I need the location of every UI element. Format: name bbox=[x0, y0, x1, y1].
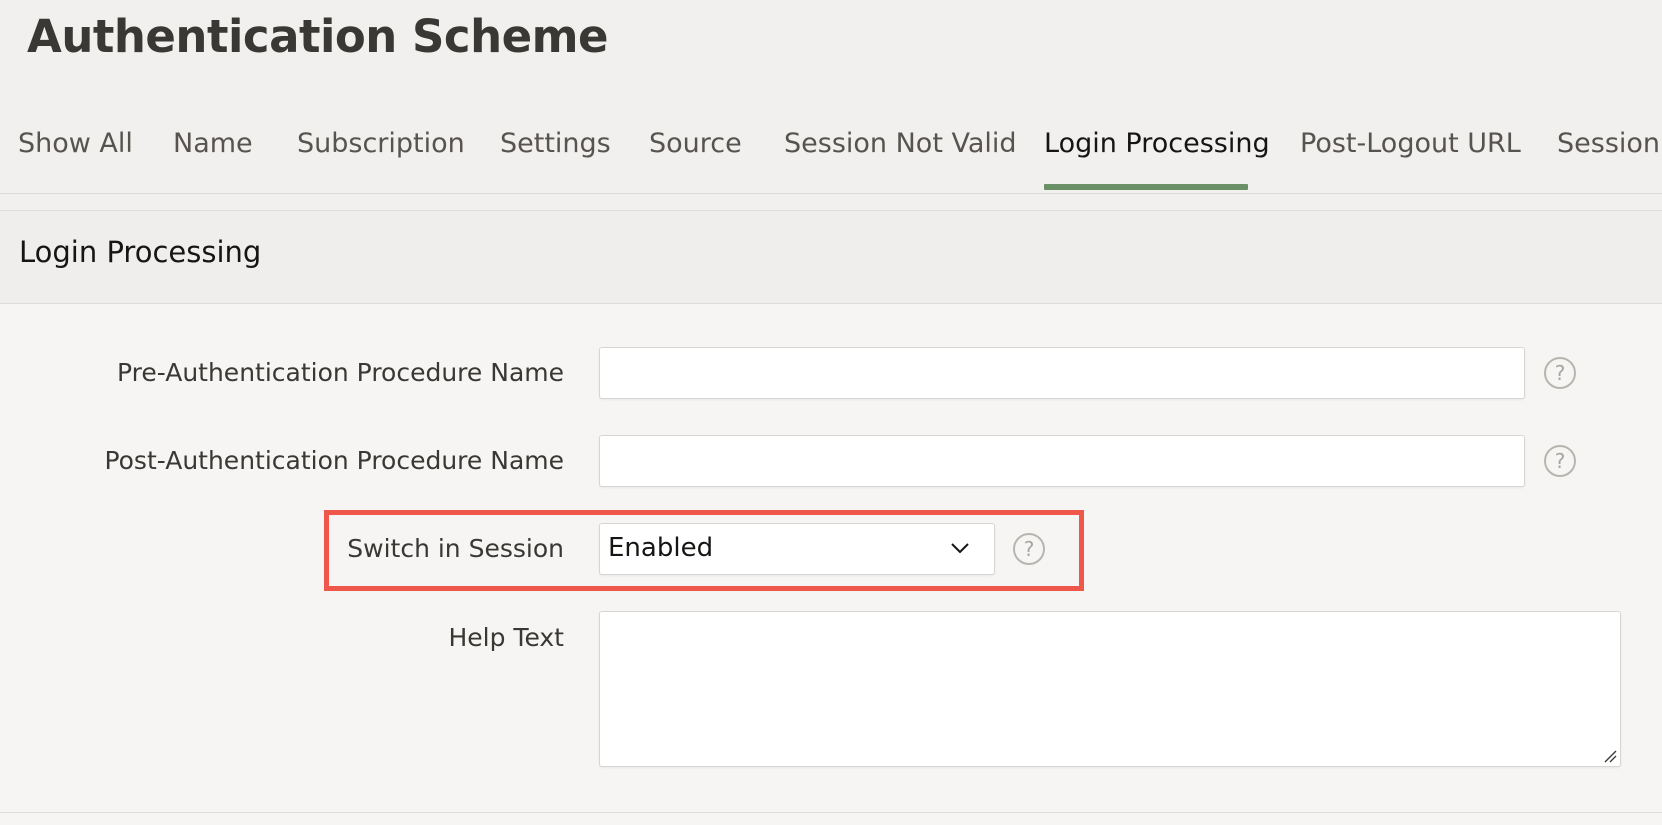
tab-name[interactable]: Name bbox=[173, 128, 253, 169]
tab-subscription[interactable]: Subscription bbox=[297, 128, 465, 169]
tab-post-logout-url[interactable]: Post-Logout URL bbox=[1300, 128, 1521, 169]
resize-grip-icon[interactable] bbox=[1603, 749, 1617, 763]
pre-auth-procedure-label: Pre-Authentication Procedure Name bbox=[117, 358, 564, 387]
region-title: Login Processing bbox=[19, 235, 262, 269]
active-tab-indicator bbox=[1044, 184, 1248, 190]
tab-login-processing[interactable]: Login Processing bbox=[1044, 128, 1270, 169]
tab-session-not-valid[interactable]: Session Not Valid bbox=[784, 128, 1017, 169]
help-text-textarea[interactable] bbox=[599, 611, 1621, 767]
switch-in-session-select[interactable]: Enabled bbox=[599, 523, 995, 575]
chevron-down-icon bbox=[951, 543, 969, 554]
region-bottom-divider bbox=[0, 812, 1662, 813]
tab-settings[interactable]: Settings bbox=[500, 128, 611, 169]
tab-session-sharing[interactable]: Session Sharing bbox=[1557, 128, 1662, 169]
tab-bar: Show All Name Subscription Settings Sour… bbox=[0, 118, 1662, 194]
page-title: Authentication Scheme bbox=[27, 10, 609, 63]
help-text-label: Help Text bbox=[448, 623, 564, 652]
tab-source[interactable]: Source bbox=[649, 128, 742, 169]
switch-in-session-value: Enabled bbox=[608, 533, 714, 563]
post-auth-procedure-label: Post-Authentication Procedure Name bbox=[104, 446, 564, 475]
pre-auth-procedure-input[interactable] bbox=[599, 347, 1525, 399]
region-header: Login Processing bbox=[0, 211, 1662, 304]
post-auth-procedure-input[interactable] bbox=[599, 435, 1525, 487]
pre-auth-help-icon[interactable]: ? bbox=[1544, 357, 1576, 389]
post-auth-help-icon[interactable]: ? bbox=[1544, 445, 1576, 477]
switch-in-session-label: Switch in Session bbox=[347, 534, 564, 563]
switch-in-session-help-icon[interactable]: ? bbox=[1013, 533, 1045, 565]
tab-show-all[interactable]: Show All bbox=[18, 128, 133, 169]
